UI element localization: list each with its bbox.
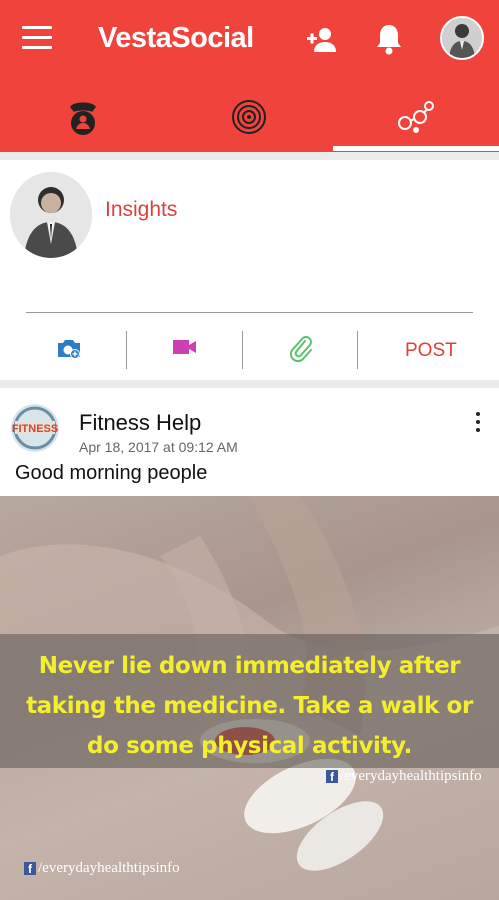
- post-author-name[interactable]: Fitness Help: [79, 410, 201, 436]
- add-photo-button[interactable]: [56, 335, 82, 367]
- add-video-button[interactable]: [172, 335, 198, 367]
- profile-avatar[interactable]: [440, 16, 484, 60]
- notification-bell-icon[interactable]: [373, 22, 405, 56]
- facebook-icon: f: [326, 770, 338, 784]
- app-title: VestaSocial: [98, 22, 254, 54]
- target-rings-icon: [232, 100, 266, 134]
- tab-social[interactable]: [333, 86, 499, 148]
- image-caption: Never lie down immediately after taking …: [26, 653, 473, 759]
- image-credit-bottom: f/everydayhealthtipsinfo: [24, 860, 180, 877]
- social-network-icon: [398, 101, 434, 133]
- facebook-icon: f: [24, 862, 36, 876]
- post-timestamp: Apr 18, 2017 at 09:12 AM: [79, 439, 238, 455]
- action-divider: [242, 331, 243, 369]
- post-text: Good morning people: [15, 462, 208, 484]
- tab-target[interactable]: [166, 86, 332, 148]
- camera-add-icon: [58, 340, 80, 359]
- post-author-avatar[interactable]: FITNESS: [11, 404, 59, 452]
- post-button[interactable]: POST: [405, 340, 457, 362]
- composer-prompt[interactable]: Insights: [105, 198, 177, 222]
- composer-avatar: [10, 172, 92, 258]
- add-friend-icon[interactable]: [305, 26, 341, 54]
- attach-file-button[interactable]: [288, 335, 314, 367]
- svg-text:FITNESS: FITNESS: [12, 423, 58, 435]
- phone-contact-icon: [70, 102, 96, 135]
- feed-post: FITNESS Fitness Help Apr 18, 2017 at 09:…: [0, 388, 499, 900]
- video-icon: [173, 340, 196, 354]
- menu-icon[interactable]: [22, 26, 52, 52]
- more-options-icon[interactable]: [472, 412, 484, 438]
- action-divider: [126, 331, 127, 369]
- active-tab-indicator: [333, 146, 499, 151]
- post-composer: Insights POST: [0, 160, 499, 380]
- app-bar: VestaSocial: [0, 0, 499, 152]
- tab-contacts[interactable]: [0, 86, 166, 148]
- composer-input-underline: [26, 312, 473, 313]
- image-credit: f/everydayhealthtipsinfo: [326, 768, 482, 785]
- post-image[interactable]: Never lie down immediately after taking …: [0, 496, 499, 900]
- attach-icon: [289, 336, 312, 363]
- action-divider: [357, 331, 358, 369]
